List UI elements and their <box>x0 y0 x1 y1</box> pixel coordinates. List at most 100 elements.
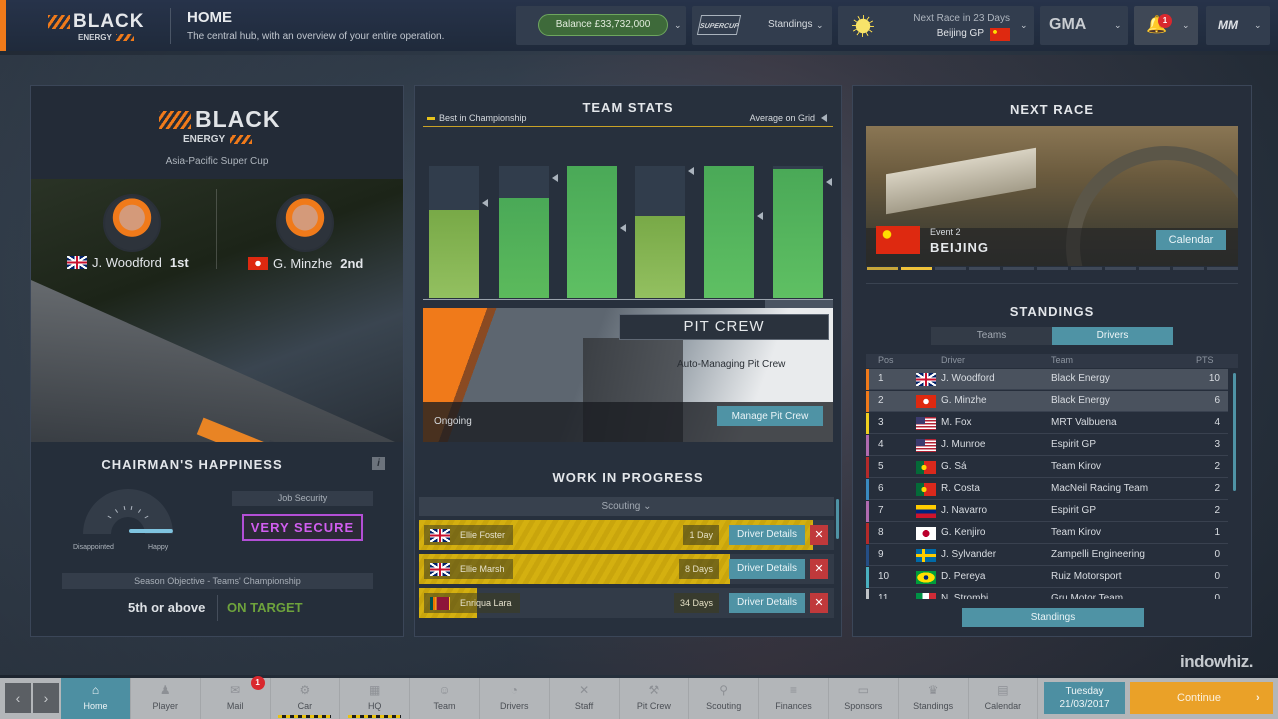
standings-scrollbar[interactable] <box>1233 373 1236 491</box>
nav-drivers[interactable]: ◔ Drivers <box>480 678 550 719</box>
driver-1-label[interactable]: J. Woodford 1st <box>67 255 189 270</box>
forward-button[interactable]: › <box>33 683 59 713</box>
driver-details-button[interactable]: Driver Details <box>729 525 805 545</box>
cancel-icon[interactable]: ✕ <box>810 525 828 545</box>
days-remaining: 34 Days <box>673 593 719 613</box>
bar-headquarters[interactable] <box>567 166 617 298</box>
days-remaining: 1 Day <box>683 525 719 545</box>
row-driver: G. Minzhe <box>941 395 987 406</box>
bar-pit-crew[interactable] <box>773 168 823 298</box>
event-segment <box>1071 267 1102 270</box>
manage-pit-crew-button[interactable]: Manage Pit Crew <box>717 406 823 426</box>
next-race-box[interactable]: Next Race in 23 Days Beijing GP ⌄ <box>838 6 1034 45</box>
chevron-down-icon: ⌄ <box>1254 20 1262 30</box>
page-subtitle: The central hub, with an overview of you… <box>187 31 445 42</box>
nav-home[interactable]: ⌂ Home <box>61 678 131 719</box>
nav-label: Player <box>152 701 179 711</box>
driver-name: J. Woodford <box>92 255 162 270</box>
row-pts: 2 <box>1214 483 1220 494</box>
driver-name: G. Minzhe <box>273 256 333 271</box>
home-icon: ⌂ <box>91 683 100 697</box>
standings-row[interactable]: 5 G. Sá Team Kirov 2 <box>866 457 1228 478</box>
nav-hq[interactable]: ▦ HQ <box>340 678 411 719</box>
pit-crew-icon: ⚒ <box>648 683 660 697</box>
bar-car[interactable] <box>429 209 479 298</box>
wip-scrollbar[interactable] <box>836 499 839 539</box>
scouting-filter-dropdown[interactable]: Scouting ⌄ <box>419 497 834 516</box>
series-name: Asia-Pacific Super Cup <box>165 156 269 167</box>
col-driver: Driver <box>941 355 965 365</box>
objective-target: 5th or above <box>128 600 206 615</box>
standings-button[interactable]: Standings <box>962 608 1144 627</box>
driver-2-label[interactable]: G. Minzhe 2nd <box>248 256 363 271</box>
hazard-stripe <box>278 715 332 718</box>
nav-pit-crew[interactable]: ⚒ Pit Crew <box>619 678 690 719</box>
nav-standings[interactable]: ♛ Standings <box>899 678 969 719</box>
standings-row[interactable]: 3 M. Fox MRT Valbuena 4 <box>866 413 1228 434</box>
row-pos: 1 <box>878 373 884 384</box>
days-remaining: 8 Days <box>678 559 719 579</box>
standings-row[interactable]: 10 D. Pereya Ruiz Motorsport 0 <box>866 567 1228 588</box>
nav-staff[interactable]: ✕ Staff <box>550 678 620 719</box>
current-date: Tuesday 21/03/2017 <box>1044 682 1125 714</box>
bar-sponsors[interactable] <box>704 166 754 298</box>
standings-row[interactable]: 6 R. Costa MacNeil Racing Team 2 <box>866 479 1228 500</box>
notifications-button[interactable]: 🔔 1 ⌄ <box>1134 6 1198 45</box>
toggle-drivers[interactable]: Drivers <box>1052 327 1173 345</box>
standings-row[interactable]: 7 J. Navarro Espirit GP 2 <box>866 501 1228 522</box>
info-icon[interactable]: i <box>372 457 385 470</box>
standings-row[interactable]: 8 G. Kenjiro Team Kirov 1 <box>866 523 1228 544</box>
pit-crew-title: PIT CREW <box>619 314 829 340</box>
standings-row[interactable]: 4 J. Munroe Espirit GP 3 <box>866 435 1228 456</box>
nav-calendar[interactable]: ▤ Calendar <box>968 678 1039 719</box>
bar-staff[interactable] <box>635 216 685 298</box>
season-objective-label: Season Objective - Teams' Championship <box>62 573 373 589</box>
driver-position: 2nd <box>340 256 364 271</box>
nav-scouting[interactable]: ⚲ Scouting <box>689 678 760 719</box>
scout-name: Enriqua Lara <box>460 598 512 608</box>
nav-mail[interactable]: ✉ Mail 1 <box>201 676 271 719</box>
chevron-down-icon: ⌄ <box>1182 20 1190 30</box>
chevron-down-icon: ⌄ <box>1114 20 1122 30</box>
chevron-down-icon[interactable]: ⌄ <box>674 20 682 31</box>
team-logo[interactable]: BLACK ENERGY <box>48 11 158 43</box>
back-button[interactable]: ‹ <box>5 683 31 713</box>
standings-row[interactable]: 1 J. Woodford Black Energy 10 <box>866 369 1228 390</box>
calendar-button[interactable]: Calendar <box>1156 230 1226 250</box>
standings-row[interactable]: 9 J. Sylvander Zampelli Engineering 0 <box>866 545 1228 566</box>
nav-finances[interactable]: ≡ Finances <box>759 678 829 719</box>
toggle-teams[interactable]: Teams <box>931 327 1052 345</box>
pit-crew-state: Ongoing <box>434 416 472 427</box>
driver-details-button[interactable]: Driver Details <box>729 559 805 579</box>
divider <box>170 8 171 44</box>
average-marker <box>688 167 694 176</box>
standings-row[interactable]: 2 G. Minzhe Black Energy 6 <box>866 391 1228 412</box>
team-color-bar <box>866 413 869 434</box>
mm-menu[interactable]: MM ⌄ <box>1206 6 1270 45</box>
continue-button[interactable]: Continue › <box>1130 682 1273 714</box>
balance-pill[interactable]: Balance £33,732,000 <box>538 14 668 36</box>
gma-dropdown[interactable]: GMA ⌄ <box>1040 6 1128 45</box>
watermark: indowhiz. <box>1180 652 1253 671</box>
row-driver: M. Fox <box>941 417 972 428</box>
nav-label: Calendar <box>984 701 1022 711</box>
nav-sponsors[interactable]: ▭ Sponsors <box>829 678 899 719</box>
driver-portrait[interactable] <box>103 194 161 252</box>
accent-stripe <box>0 0 6 51</box>
nav-team[interactable]: ☺ Team <box>410 678 480 719</box>
driver-portrait[interactable] <box>276 194 334 252</box>
nav-car[interactable]: ⚙ Car <box>270 678 341 719</box>
row-team: Gru Motor Team <box>1051 593 1124 599</box>
row-driver: R. Costa <box>941 483 980 494</box>
next-race-name: Beijing GP <box>936 28 984 39</box>
cancel-icon[interactable]: ✕ <box>810 593 828 613</box>
balance-box[interactable]: Balance £33,732,000 ⌄ <box>516 6 686 45</box>
standings-dropdown[interactable]: SUPERCUP Standings ⌄ <box>692 6 832 45</box>
cancel-icon[interactable]: ✕ <box>810 559 828 579</box>
driver-details-button[interactable]: Driver Details <box>729 593 805 613</box>
event-number: Event 2 <box>930 227 961 237</box>
row-pos: 6 <box>878 483 884 494</box>
nav-player[interactable]: ♟ Player <box>131 678 201 719</box>
standings-row[interactable]: 11 N. Strombi Gru Motor Team 0 <box>866 589 1228 599</box>
bar-drivers[interactable] <box>499 197 549 298</box>
